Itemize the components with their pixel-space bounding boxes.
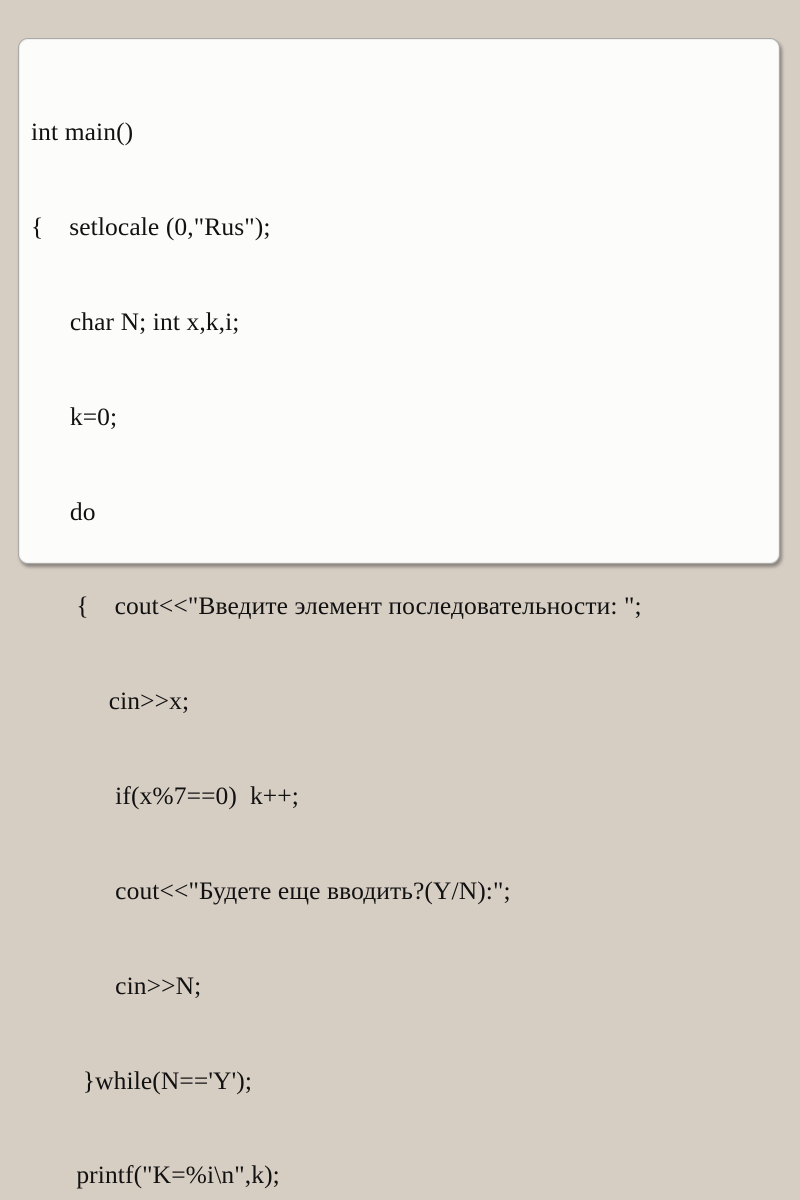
code-line: cin>>N; xyxy=(31,970,767,1002)
code-line: cout<<"Будете еще вводить?(Y/N):"; xyxy=(31,875,767,907)
code-line: cin>>x; xyxy=(31,685,767,717)
code-line: printf("K=%i\n",k); xyxy=(31,1159,767,1191)
code-line: k=0; xyxy=(31,401,767,433)
code-line: if(x%7==0) k++; xyxy=(31,780,767,812)
code-line: char N; int x,k,i; xyxy=(31,306,767,338)
code-line: { setlocale (0,"Rus"); xyxy=(31,211,767,243)
code-line: do xyxy=(31,496,767,528)
code-line: { cout<<"Введите элемент последовательно… xyxy=(31,590,767,622)
code-block: int main() { setlocale (0,"Rus"); char N… xyxy=(31,53,767,1200)
code-card: int main() { setlocale (0,"Rus"); char N… xyxy=(18,38,780,564)
code-line: }while(N=='Y'); xyxy=(31,1065,767,1097)
code-line: int main() xyxy=(31,116,767,148)
